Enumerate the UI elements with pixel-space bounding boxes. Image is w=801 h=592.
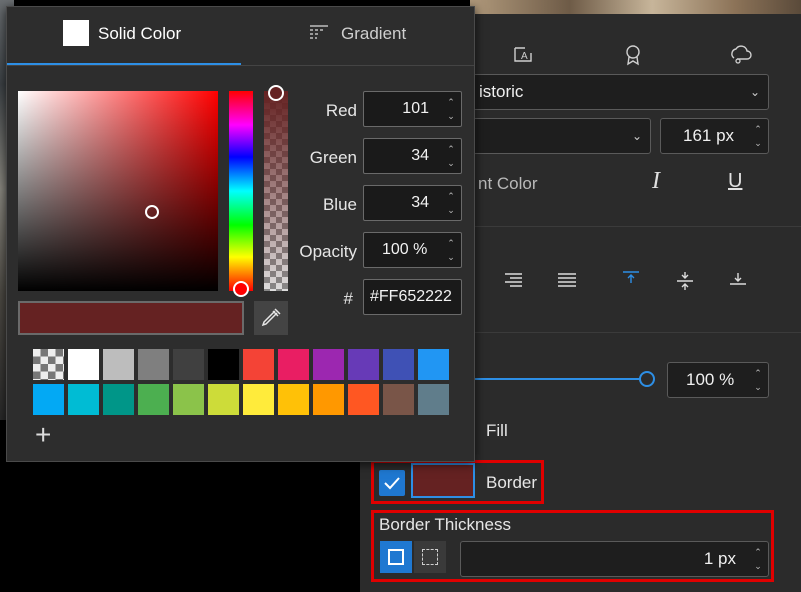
color-swatch[interactable] — [418, 349, 449, 380]
tab-solid-color[interactable]: Solid Color — [98, 24, 181, 44]
red-label: Red — [325, 101, 357, 120]
background-photo-top — [470, 0, 801, 14]
fill-label: Fill — [486, 421, 508, 440]
divider — [7, 65, 474, 66]
underline-button[interactable]: U — [728, 170, 742, 193]
hex-label: # — [343, 289, 353, 308]
border-thickness-highlight — [371, 510, 774, 582]
color-swatch[interactable] — [383, 349, 414, 380]
color-swatch[interactable] — [68, 349, 99, 380]
font-size-stepper[interactable]: 161 px ⌃ ⌄ — [660, 118, 769, 154]
hue-handle[interactable] — [233, 281, 249, 297]
color-swatch[interactable] — [383, 384, 414, 415]
opacity-input[interactable]: 100 % ⌃ ⌄ — [363, 232, 462, 268]
spin-arrows-icon[interactable]: ⌃ ⌄ — [445, 95, 457, 123]
spin-arrows-icon[interactable]: ⌃ ⌄ — [445, 189, 457, 217]
badge-tab-icon[interactable] — [618, 44, 648, 68]
align-right-icon[interactable] — [503, 272, 523, 295]
spin-arrows-icon[interactable]: ⌃ ⌄ — [445, 142, 457, 170]
color-cursor[interactable] — [145, 205, 159, 219]
green-input[interactable]: 34 ⌃ ⌄ — [363, 138, 462, 174]
valign-middle-icon[interactable] — [675, 270, 695, 297]
border-highlight — [371, 460, 544, 504]
color-swatch[interactable] — [33, 384, 64, 415]
opacity-slider-track[interactable] — [475, 378, 647, 380]
opacity-value: 100 % — [686, 370, 735, 389]
italic-button[interactable]: I — [652, 168, 660, 195]
green-value: 34 — [411, 147, 429, 164]
color-swatch[interactable] — [103, 384, 134, 415]
red-input[interactable]: 101 ⌃ ⌄ — [363, 91, 462, 127]
valign-top-icon[interactable] — [621, 270, 641, 293]
hex-input[interactable]: #FF652222 — [363, 279, 462, 315]
svg-text:A: A — [521, 51, 528, 62]
color-swatch[interactable] — [313, 349, 344, 380]
current-color-preview — [18, 301, 244, 335]
font-color-label: nt Color — [478, 174, 538, 193]
opacity-input-value: 100 % — [382, 241, 428, 258]
spin-arrows-icon[interactable]: ⌃ ⌄ — [752, 366, 764, 394]
chevron-down-icon: ⌄ — [631, 129, 642, 143]
align-justify-icon[interactable] — [557, 272, 577, 295]
spin-arrows-icon[interactable]: ⌃ ⌄ — [752, 122, 764, 150]
chevron-down-icon: ⌄ — [749, 85, 760, 99]
blue-label: Blue — [322, 195, 357, 214]
color-swatch[interactable] — [208, 384, 239, 415]
opacity-handle[interactable] — [268, 85, 284, 101]
color-swatch[interactable] — [173, 384, 204, 415]
effects-tab-icon[interactable] — [726, 44, 756, 68]
color-swatch[interactable] — [173, 349, 204, 380]
saturation-value-area[interactable] — [18, 91, 218, 291]
valign-bottom-icon[interactable] — [728, 270, 748, 293]
color-swatch[interactable] — [418, 384, 449, 415]
color-swatch[interactable] — [348, 384, 379, 415]
add-swatch-button[interactable]: + — [35, 419, 51, 451]
color-swatch[interactable] — [33, 349, 64, 380]
gradient-icon — [309, 24, 329, 47]
opacity-stepper[interactable]: 100 % ⌃ ⌄ — [667, 362, 769, 398]
color-swatch[interactable] — [243, 384, 274, 415]
font-style-dropdown[interactable]: ⌄ — [465, 118, 651, 154]
opacity-slider[interactable] — [264, 85, 288, 291]
color-swatch[interactable] — [278, 384, 309, 415]
hex-value: #FF652222 — [370, 288, 452, 305]
opacity-label: Opacity — [299, 242, 357, 261]
color-picker-popup: Solid Color Gradient Red 101 ⌃ ⌄ Green 34… — [6, 6, 475, 462]
green-label: Green — [309, 148, 357, 167]
red-value: 101 — [402, 100, 429, 117]
solid-color-icon — [63, 20, 89, 46]
text-style-tab-icon[interactable]: A — [508, 44, 538, 68]
tab-gradient[interactable]: Gradient — [341, 24, 406, 44]
color-swatch[interactable] — [313, 384, 344, 415]
font-size-value: 161 px — [683, 126, 735, 145]
opacity-slider-handle[interactable] — [639, 371, 655, 387]
color-swatch[interactable] — [243, 349, 274, 380]
color-swatch[interactable] — [103, 349, 134, 380]
eyedropper-icon — [261, 308, 281, 327]
color-swatch[interactable] — [138, 349, 169, 380]
spin-arrows-icon[interactable]: ⌃ ⌄ — [445, 236, 457, 264]
blue-input[interactable]: 34 ⌃ ⌄ — [363, 185, 462, 221]
font-family-dropdown[interactable]: istoric ⌄ — [465, 74, 769, 110]
blue-value: 34 — [411, 194, 429, 211]
hue-slider[interactable] — [229, 91, 253, 297]
eyedropper-button[interactable] — [254, 301, 288, 335]
color-swatch[interactable] — [138, 384, 169, 415]
font-family-value: istoric — [479, 82, 524, 101]
color-swatch[interactable] — [208, 349, 239, 380]
color-swatch[interactable] — [278, 349, 309, 380]
color-swatch[interactable] — [68, 384, 99, 415]
color-swatch[interactable] — [348, 349, 379, 380]
